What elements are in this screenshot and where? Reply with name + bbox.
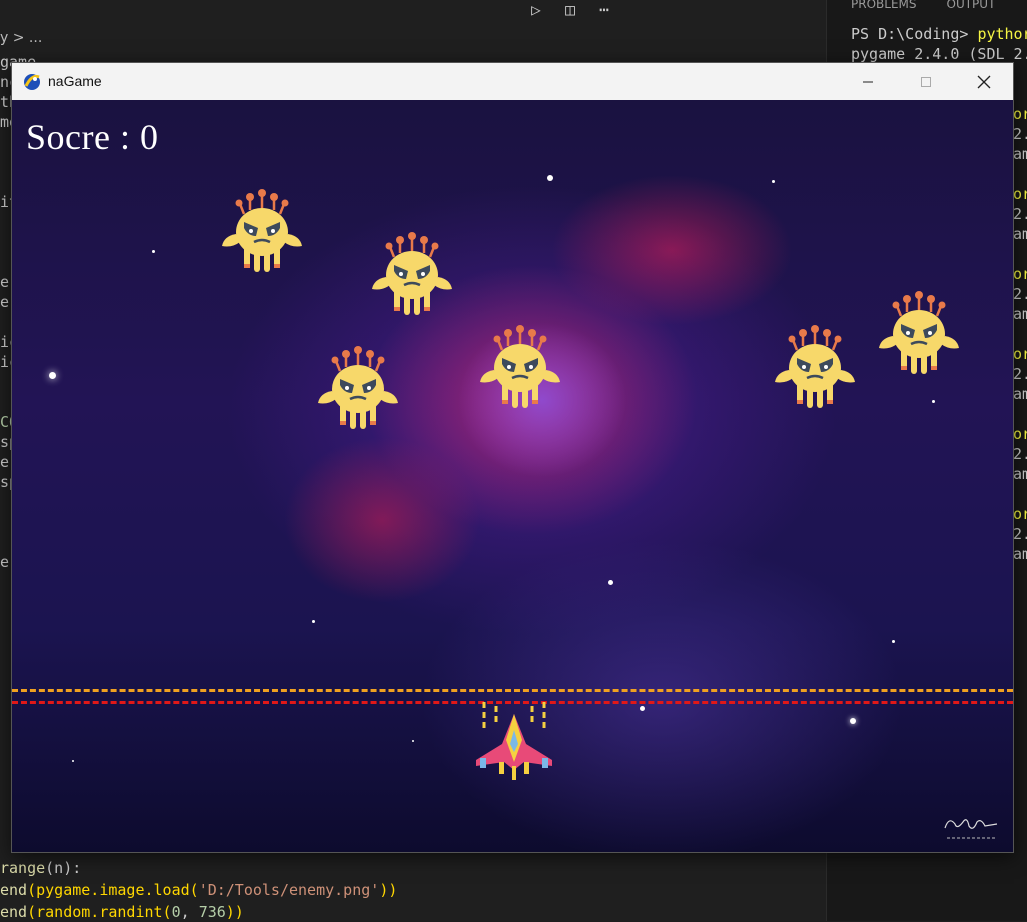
split-editor-icon[interactable]: ◫ xyxy=(560,0,580,19)
player-spaceship xyxy=(476,702,552,780)
star xyxy=(892,640,895,643)
score-label: Socre : 0 xyxy=(26,117,159,157)
star xyxy=(312,620,315,623)
terminal-line: 2. xyxy=(1013,365,1027,383)
breadcrumb[interactable]: y > ... xyxy=(0,28,42,48)
terminal-line: or xyxy=(1013,105,1027,123)
star xyxy=(640,706,645,711)
terminal-line: 2. xyxy=(1013,205,1027,223)
minimize-icon xyxy=(863,81,873,82)
enemy-alien xyxy=(318,346,398,429)
minimize-button[interactable] xyxy=(839,63,897,100)
window-titlebar[interactable]: naGame xyxy=(12,63,1013,100)
more-actions-icon[interactable]: ⋯ xyxy=(594,0,614,19)
tab-output[interactable]: OUTPUT xyxy=(947,0,996,14)
close-button[interactable] xyxy=(955,63,1013,100)
window-title: naGame xyxy=(48,73,102,89)
enemy-alien xyxy=(372,232,452,315)
star xyxy=(772,180,775,183)
close-icon xyxy=(977,75,991,88)
star xyxy=(608,580,613,585)
star xyxy=(412,740,414,742)
game-canvas[interactable]: Socre : 0 xyxy=(12,100,1013,852)
run-icon[interactable]: ▷ xyxy=(526,0,546,19)
terminal-line: or xyxy=(1013,425,1027,443)
star xyxy=(152,250,155,253)
terminal-line: 2. xyxy=(1013,125,1027,143)
terminal-line: am xyxy=(1013,145,1027,163)
terminal-line: am xyxy=(1013,385,1027,403)
star xyxy=(72,760,74,762)
star xyxy=(850,718,856,724)
game-window[interactable]: naGame Socre : 0 xyxy=(11,62,1014,853)
terminal-line: am xyxy=(1013,465,1027,483)
artist-signature xyxy=(944,819,998,839)
star xyxy=(547,175,553,181)
terminal-line: or xyxy=(1013,505,1027,523)
terminal-line: PS D:\Coding> pythor xyxy=(851,25,1027,43)
pygame-logo-icon xyxy=(24,74,40,90)
editor-topbar: ▷ ◫ ⋯ xyxy=(0,0,826,22)
code-line: end(pygame.image.load('D:/Tools/enemy.pn… xyxy=(0,881,398,899)
terminal-line: 2. xyxy=(1013,445,1027,463)
terminal-line: or xyxy=(1013,185,1027,203)
code-line: end(random.randint(0, 736)) xyxy=(0,903,244,921)
star xyxy=(932,400,935,403)
terminal-line: pygame 2.4.0 (SDL 2. xyxy=(851,45,1027,63)
terminal-line: am xyxy=(1013,305,1027,323)
maximize-icon xyxy=(921,76,931,87)
terminal-line: am xyxy=(1013,225,1027,243)
enemy-alien xyxy=(775,325,855,408)
terminal-line: 2. xyxy=(1013,525,1027,543)
terminal-line: 2. xyxy=(1013,285,1027,303)
terminal-line: or xyxy=(1013,265,1027,283)
star xyxy=(49,372,56,379)
enemy-alien xyxy=(222,189,302,272)
maximize-button[interactable] xyxy=(897,63,955,100)
enemy-alien xyxy=(480,325,560,408)
danger-line-orange xyxy=(12,689,1013,692)
code-line: range(n): xyxy=(0,859,82,877)
terminal-line: am xyxy=(1013,545,1027,563)
tab-problems[interactable]: PROBLEMS xyxy=(851,0,917,14)
enemy-alien xyxy=(879,291,959,374)
terminal-line: or xyxy=(1013,345,1027,363)
